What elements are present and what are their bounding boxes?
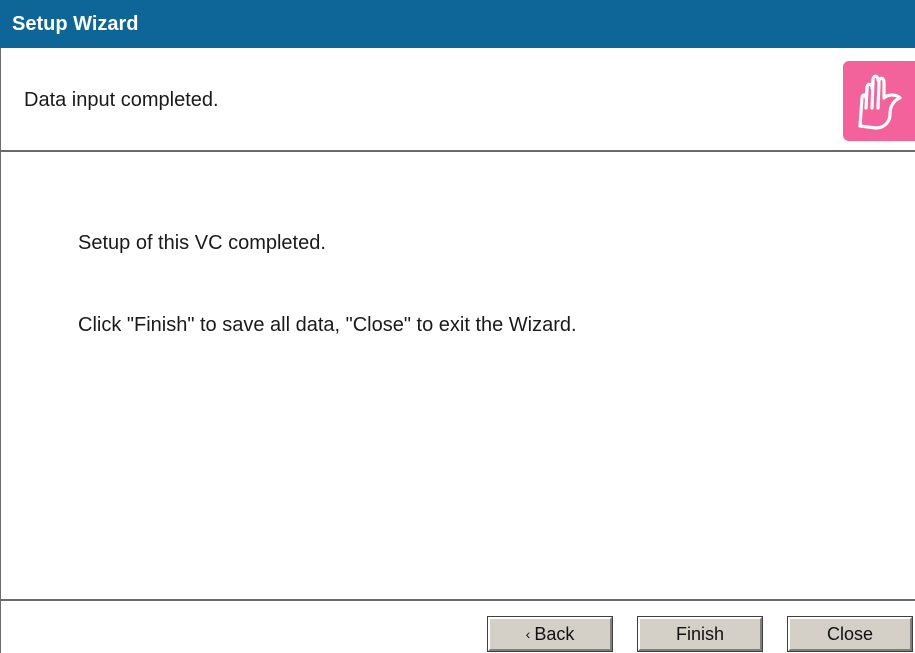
wizard-footer: ‹ Back Finish Close: [0, 599, 915, 653]
window-title: Setup Wizard: [12, 13, 139, 35]
setup-complete-message: Setup of this VC completed.: [78, 232, 326, 254]
instruction-message: Click "Finish" to save all data, "Close"…: [78, 314, 577, 336]
finish-button[interactable]: Finish: [637, 616, 763, 652]
wizard-content: Setup of this VC completed. Click "Finis…: [0, 152, 915, 599]
wizard-header: Data input completed.: [0, 48, 915, 152]
header-status-text: Data input completed.: [24, 89, 219, 111]
hand-icon: [843, 61, 915, 141]
setup-wizard-dialog: Setup Wizard Data input completed. Setup…: [0, 0, 915, 653]
title-bar: Setup Wizard: [0, 0, 915, 48]
close-button-label: Close: [826, 624, 874, 644]
finish-button-label: Finish: [675, 624, 724, 644]
back-button-label: Back: [534, 624, 575, 644]
close-button[interactable]: Close: [787, 616, 913, 652]
chevron-left-icon: ‹: [525, 626, 531, 642]
back-button[interactable]: ‹ Back: [487, 616, 613, 652]
